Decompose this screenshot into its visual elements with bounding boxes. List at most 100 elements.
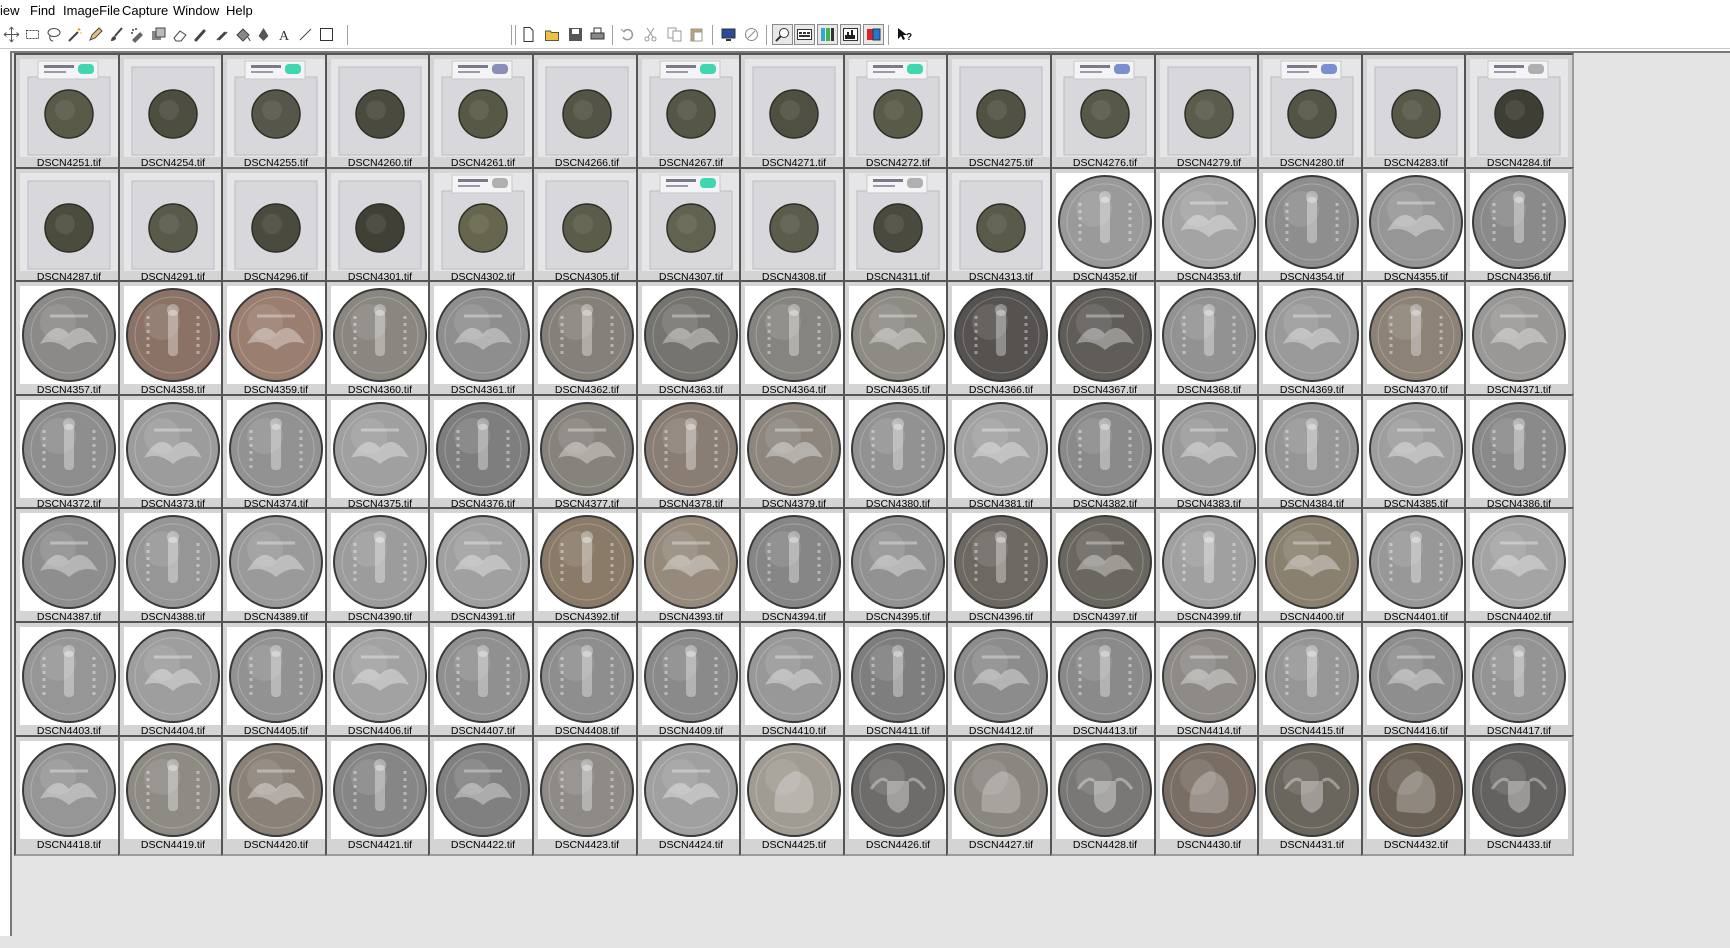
thumbnail-item[interactable]: DSCN4370.tif	[1361, 280, 1471, 401]
thumbnail-item[interactable]: DSCN4296.tif	[221, 167, 331, 288]
thumbnail-item[interactable]: DSCN4431.tif	[1257, 735, 1367, 856]
print-button[interactable]	[587, 24, 608, 45]
thumbnail-item[interactable]: DSCN4414.tif	[1154, 621, 1264, 742]
thumbnail-item[interactable]: DSCN4365.tif	[843, 280, 953, 401]
smudge-button[interactable]	[190, 24, 211, 45]
thumbnail-item[interactable]: DSCN4403.tif	[14, 621, 124, 742]
thumbnail-item[interactable]: DSCN4409.tif	[636, 621, 746, 742]
color-balance-button[interactable]	[817, 24, 838, 45]
thumbnail-item[interactable]: DSCN4389.tif	[221, 507, 331, 628]
thumbnail-item[interactable]: DSCN4423.tif	[532, 735, 642, 856]
thumbnail-item[interactable]: DSCN4410.tif	[739, 621, 849, 742]
thumbnail-item[interactable]: DSCN4260.tif	[325, 53, 435, 174]
thumbnail-item[interactable]: DSCN4401.tif	[1361, 507, 1471, 628]
thumbnail-item[interactable]: DSCN4271.tif	[739, 53, 849, 174]
menu-window[interactable]: Window	[173, 2, 219, 19]
pen-button[interactable]	[253, 24, 274, 45]
thumbnail-item[interactable]: DSCN4352.tif	[1050, 167, 1160, 288]
thumbnail-item[interactable]: DSCN4287.tif	[14, 167, 124, 288]
thumbnail-item[interactable]: DSCN4358.tif	[118, 280, 228, 401]
thumbnail-item[interactable]: DSCN4284.tif	[1464, 53, 1574, 174]
thumbnail-item[interactable]: DSCN4392.tif	[532, 507, 642, 628]
sharpen-button[interactable]	[211, 24, 232, 45]
thumbnail-item[interactable]: DSCN4354.tif	[1257, 167, 1367, 288]
menu-help[interactable]: Help	[226, 2, 253, 19]
brush-button[interactable]	[106, 24, 127, 45]
thumbnail-item[interactable]: DSCN4364.tif	[739, 280, 849, 401]
save-button[interactable]	[565, 24, 586, 45]
thumbnail-item[interactable]: DSCN4432.tif	[1361, 735, 1471, 856]
histogram-button[interactable]	[840, 24, 861, 45]
thumbnail-item[interactable]: DSCN4402.tif	[1464, 507, 1574, 628]
menu-imagefile[interactable]: ImageFile	[63, 2, 120, 19]
thumbnail-item[interactable]: DSCN4413.tif	[1050, 621, 1160, 742]
thumbnail-item[interactable]: DSCN4430.tif	[1154, 735, 1264, 856]
thumbnail-item[interactable]: DSCN4417.tif	[1464, 621, 1574, 742]
thumbnail-item[interactable]: DSCN4353.tif	[1154, 167, 1264, 288]
thumbnail-item[interactable]: DSCN4383.tif	[1154, 394, 1264, 515]
thumbnail-item[interactable]: DSCN4280.tif	[1257, 53, 1367, 174]
thumbnail-item[interactable]: DSCN4375.tif	[325, 394, 435, 515]
thumbnail-item[interactable]: DSCN4388.tif	[118, 507, 228, 628]
thumbnail-item[interactable]: DSCN4368.tif	[1154, 280, 1264, 401]
thumbnail-item[interactable]: DSCN4360.tif	[325, 280, 435, 401]
thumbnail-item[interactable]: DSCN4385.tif	[1361, 394, 1471, 515]
thumbnail-item[interactable]: DSCN4377.tif	[532, 394, 642, 515]
thumbnail-item[interactable]: DSCN4404.tif	[118, 621, 228, 742]
thumbnail-item[interactable]: DSCN4374.tif	[221, 394, 331, 515]
line-button[interactable]	[295, 24, 316, 45]
thumbnail-item[interactable]: DSCN4400.tif	[1257, 507, 1367, 628]
thumbnail-item[interactable]: DSCN4359.tif	[221, 280, 331, 401]
thumbnail-item[interactable]: DSCN4251.tif	[14, 53, 124, 174]
thumbnail-item[interactable]: DSCN4373.tif	[118, 394, 228, 515]
thumbnail-item[interactable]: DSCN4415.tif	[1257, 621, 1367, 742]
thumbnail-item[interactable]: DSCN4422.tif	[428, 735, 538, 856]
new-file-button[interactable]	[518, 24, 539, 45]
thumbnail-item[interactable]: DSCN4313.tif	[946, 167, 1056, 288]
menu-iew[interactable]: iew	[0, 2, 20, 19]
thumbnail-item[interactable]: DSCN4387.tif	[14, 507, 124, 628]
thumbnail-item[interactable]: DSCN4356.tif	[1464, 167, 1574, 288]
thumbnail-item[interactable]: DSCN4381.tif	[946, 394, 1056, 515]
paste-button[interactable]	[686, 24, 707, 45]
airbrush-button[interactable]	[127, 24, 148, 45]
thumbnail-item[interactable]: DSCN4291.tif	[118, 167, 228, 288]
thumbnail-item[interactable]: DSCN4433.tif	[1464, 735, 1574, 856]
thumbnail-item[interactable]: DSCN4266.tif	[532, 53, 642, 174]
open-folder-button[interactable]	[542, 24, 563, 45]
thumbnail-item[interactable]: DSCN4355.tif	[1361, 167, 1471, 288]
thumbnail-view-button[interactable]	[794, 24, 815, 45]
thumbnail-item[interactable]: DSCN4390.tif	[325, 507, 435, 628]
thumbnail-item[interactable]: DSCN4411.tif	[843, 621, 953, 742]
thumbnail-item[interactable]: DSCN4372.tif	[14, 394, 124, 515]
channels-button[interactable]	[863, 24, 884, 45]
text-button[interactable]: A	[274, 24, 295, 45]
thumbnail-item[interactable]: DSCN4261.tif	[428, 53, 538, 174]
thumbnail-item[interactable]: DSCN4394.tif	[739, 507, 849, 628]
thumbnail-item[interactable]: DSCN4412.tif	[946, 621, 1056, 742]
thumbnail-item[interactable]: DSCN4369.tif	[1257, 280, 1367, 401]
thumbnail-item[interactable]: DSCN4427.tif	[946, 735, 1056, 856]
thumbnail-item[interactable]: DSCN4361.tif	[428, 280, 538, 401]
thumbnail-item[interactable]: DSCN4419.tif	[118, 735, 228, 856]
rectangle-button[interactable]	[316, 24, 337, 45]
thumbnail-item[interactable]: DSCN4393.tif	[636, 507, 746, 628]
thumbnail-item[interactable]: DSCN4420.tif	[221, 735, 331, 856]
eraser-button[interactable]	[169, 24, 190, 45]
thumbnail-item[interactable]: DSCN4405.tif	[221, 621, 331, 742]
lasso-button[interactable]	[43, 24, 64, 45]
cut-button[interactable]	[640, 24, 661, 45]
menu-capture[interactable]: Capture	[122, 2, 168, 19]
thumbnail-item[interactable]: DSCN4362.tif	[532, 280, 642, 401]
context-help-button[interactable]: ?	[894, 24, 915, 45]
thumbnail-item[interactable]: DSCN4311.tif	[843, 167, 953, 288]
thumbnail-item[interactable]: DSCN4283.tif	[1361, 53, 1471, 174]
thumbnail-item[interactable]: DSCN4424.tif	[636, 735, 746, 856]
capture-screen-button[interactable]	[718, 24, 739, 45]
thumbnail-item[interactable]: DSCN4421.tif	[325, 735, 435, 856]
copy-button[interactable]	[664, 24, 685, 45]
capture-region-button[interactable]	[741, 24, 762, 45]
thumbnail-item[interactable]: DSCN4376.tif	[428, 394, 538, 515]
thumbnail-item[interactable]: DSCN4267.tif	[636, 53, 746, 174]
thumbnail-item[interactable]: DSCN4275.tif	[946, 53, 1056, 174]
